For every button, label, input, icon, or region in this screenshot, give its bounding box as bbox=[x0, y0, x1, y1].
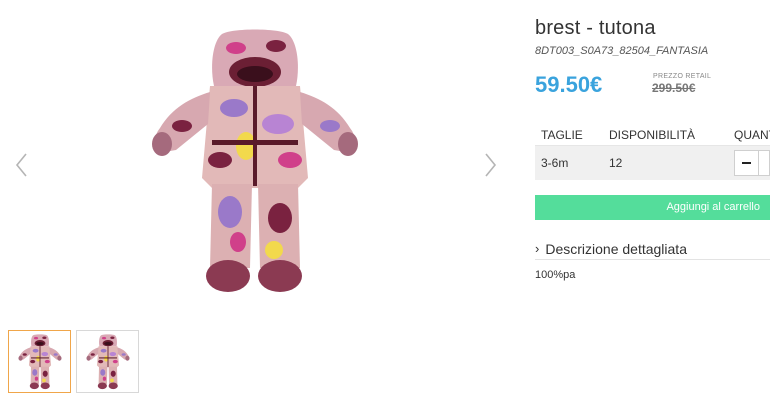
row-size: 3-6m bbox=[541, 156, 569, 170]
add-to-cart-button[interactable]: Aggiungi al carrello bbox=[535, 195, 770, 220]
product-price: 59.50€ bbox=[535, 72, 603, 97]
description-toggle[interactable]: › Descrizione dettagliata bbox=[535, 238, 770, 260]
thumbnail-2[interactable] bbox=[76, 330, 139, 393]
thumbnail-1[interactable] bbox=[8, 330, 71, 393]
snowsuit-thumbnail-image bbox=[17, 333, 62, 389]
chevron-left-icon bbox=[15, 153, 27, 177]
prev-image-button[interactable] bbox=[12, 150, 32, 180]
snowsuit-image bbox=[152, 29, 358, 292]
description-text: 100%pa bbox=[535, 269, 576, 281]
product-main-image bbox=[150, 28, 360, 296]
thumbnail-strip bbox=[8, 330, 139, 393]
description-toggle-label: Descrizione dettagliata bbox=[545, 240, 687, 257]
quantity-input[interactable] bbox=[758, 150, 770, 176]
chevron-right-icon bbox=[485, 153, 497, 177]
product-title: brest - tutona bbox=[535, 17, 656, 39]
size-table-header: TAGLIE DISPONIBILITÀ QUANTITÀ bbox=[535, 124, 770, 146]
chevron-right-icon: › bbox=[535, 241, 540, 256]
minus-icon bbox=[741, 162, 751, 164]
table-row: 3-6m 12 bbox=[535, 146, 770, 180]
quantity-decrease-button[interactable] bbox=[734, 150, 759, 176]
size-table: TAGLIE DISPONIBILITÀ QUANTITÀ 3-6m 12 bbox=[535, 124, 770, 180]
header-size: TAGLIE bbox=[541, 127, 583, 142]
product-sku: 8DT003_S0A73_82504_FANTASIA bbox=[535, 45, 709, 57]
product-gallery bbox=[0, 0, 520, 408]
row-availability: 12 bbox=[609, 156, 623, 170]
quantity-stepper bbox=[734, 150, 770, 176]
retail-price-label: PREZZO RETAIL bbox=[653, 73, 712, 80]
header-availability: DISPONIBILITÀ bbox=[609, 127, 696, 142]
header-quantity: QUANTITÀ bbox=[734, 127, 770, 142]
retail-price: 299.50€ bbox=[652, 81, 696, 95]
snowsuit-thumbnail-image bbox=[85, 333, 130, 389]
next-image-button[interactable] bbox=[480, 150, 500, 180]
product-details: brest - tutona 8DT003_S0A73_82504_FANTAS… bbox=[535, 0, 770, 408]
